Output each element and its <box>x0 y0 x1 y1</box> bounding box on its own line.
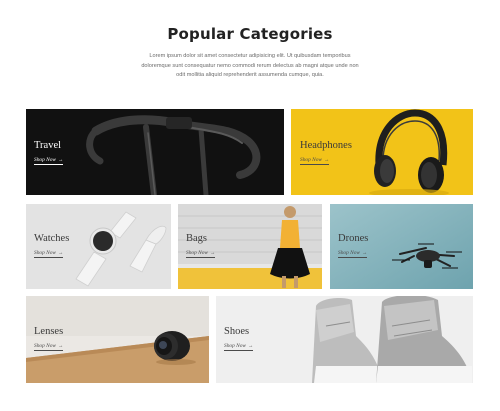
arrow-right-icon: → <box>58 343 64 349</box>
shop-now-link[interactable]: Shop Now → <box>34 343 64 351</box>
shop-now-label: Shop Now <box>34 250 57 256</box>
sneakers-image <box>216 296 473 383</box>
camera-lens-image <box>26 296 209 383</box>
bicycle-handlebar-image <box>26 109 284 195</box>
shop-now-label: Shop Now <box>224 343 247 349</box>
section-description: Lorem ipsum dolor sit amet consectetur a… <box>141 53 359 79</box>
shop-now-label: Shop Now <box>34 343 57 349</box>
category-label: Travel <box>34 140 62 151</box>
shop-now-link[interactable]: Shop Now → <box>338 250 368 258</box>
shop-now-link[interactable]: Shop Now → <box>34 157 64 165</box>
drone-image <box>330 204 473 289</box>
shop-now-label: Shop Now <box>338 250 361 256</box>
category-card-bags[interactable]: Bags Shop Now → <box>178 204 322 289</box>
shop-now-label: Shop Now <box>34 157 57 163</box>
shop-now-link[interactable]: Shop Now → <box>300 157 330 165</box>
shop-now-link[interactable]: Shop Now → <box>186 250 216 258</box>
category-card-watches[interactable]: Watches Shop Now → <box>26 204 171 289</box>
category-card-drones[interactable]: Drones Shop Now → <box>330 204 473 289</box>
category-card-lenses[interactable]: Lenses Shop Now → <box>26 296 209 383</box>
shop-now-link[interactable]: Shop Now → <box>34 250 64 258</box>
category-label: Drones <box>338 233 369 244</box>
arrow-right-icon: → <box>58 157 64 163</box>
category-label: Shoes <box>224 326 250 337</box>
smartwatch-image <box>26 204 171 289</box>
headphones-image <box>291 109 473 195</box>
category-card-headphones[interactable]: Headphones Shop Now → <box>291 109 473 195</box>
section-title: Popular Categories <box>167 25 333 43</box>
category-card-travel[interactable]: Travel Shop Now → <box>26 109 284 195</box>
arrow-right-icon: → <box>248 343 254 349</box>
category-label: Bags <box>186 233 207 244</box>
category-label: Watches <box>34 233 70 244</box>
category-label: Headphones <box>300 140 352 151</box>
arrow-right-icon: → <box>58 250 64 256</box>
shop-now-link[interactable]: Shop Now → <box>224 343 254 351</box>
arrow-right-icon: → <box>362 250 368 256</box>
shop-now-label: Shop Now <box>300 157 323 163</box>
category-card-shoes[interactable]: Shoes Shop Now → <box>216 296 473 383</box>
arrow-right-icon: → <box>210 250 216 256</box>
category-label: Lenses <box>34 326 64 337</box>
arrow-right-icon: → <box>324 157 330 163</box>
shop-now-label: Shop Now <box>186 250 209 256</box>
woman-with-bag-image <box>178 204 322 289</box>
